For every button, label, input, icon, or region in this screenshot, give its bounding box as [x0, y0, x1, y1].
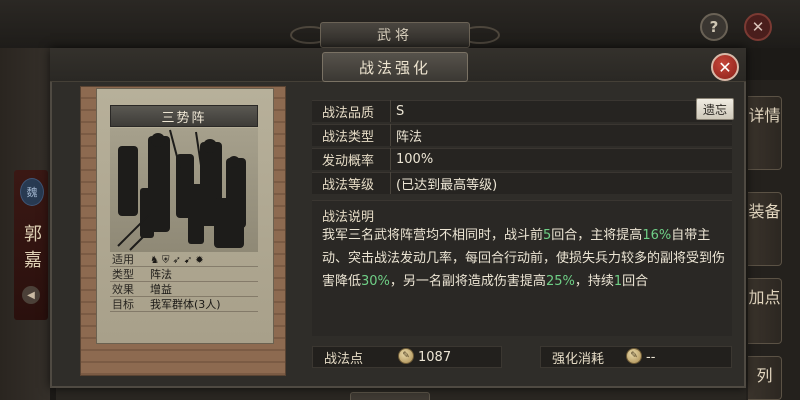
dialog-title: 战法强化: [322, 52, 468, 82]
forget-button[interactable]: 遗忘: [696, 98, 734, 120]
enhance-cost-label: 强化消耗: [552, 351, 605, 367]
desc-part: 回合: [622, 274, 649, 289]
desc-part: 回合，主将提高: [551, 228, 643, 243]
soldiers-silhouette-icon: [117, 129, 246, 251]
skill-points-value: 1087: [418, 349, 452, 365]
property-key: 战法等级: [322, 177, 375, 193]
property-value: (已达到最高等级): [396, 177, 498, 193]
description-title: 战法说明: [322, 210, 375, 225]
info-key: 目标: [112, 298, 134, 311]
tab-attributes[interactable]: 加点: [748, 278, 782, 344]
desc-part: ，持续: [574, 274, 614, 289]
help-button[interactable]: ?: [700, 13, 728, 41]
bottom-button[interactable]: [350, 392, 430, 400]
description-text: 我军三名武将阵营均不相同时，战斗前5回合，主将提高16%自带主动、突击战法发动几…: [322, 224, 726, 293]
property-key: 战法品质: [322, 105, 375, 121]
close-screen-button[interactable]: ✕: [744, 13, 772, 41]
divider: [390, 100, 391, 122]
info-value: 增益: [150, 283, 172, 296]
property-value: 阵法: [396, 129, 423, 145]
info-key: 效果: [112, 283, 134, 296]
skill-points-label: 战法点: [324, 351, 364, 367]
info-value: 我军群体(3人): [150, 298, 221, 311]
scroll-coin-icon: ✎: [626, 348, 642, 364]
dialog-close-button[interactable]: ✕: [711, 53, 739, 81]
info-key: 适用: [112, 253, 134, 266]
tab-equipment[interactable]: 装备: [748, 192, 782, 266]
enhance-cost-value: --: [646, 349, 656, 365]
desc-highlight: 30%: [361, 274, 390, 289]
troop-icons: ♞ ⛨ ➶ ➹ ✹: [150, 253, 258, 266]
hero-name: 郭嘉: [24, 224, 42, 271]
siege-icon: ✹: [195, 254, 204, 266]
scroll-coin-icon: ✎: [398, 348, 414, 364]
property-key: 发动概率: [322, 153, 375, 169]
property-value: S: [396, 103, 405, 119]
cavalry-icon: ♞: [150, 254, 159, 266]
desc-highlight: 1: [613, 274, 623, 289]
skill-card-name: 三势阵: [110, 105, 258, 127]
bow-icon: ➶: [172, 254, 181, 266]
desc-highlight: 16%: [642, 228, 672, 243]
background-title: 武将: [320, 22, 470, 48]
divider: [390, 172, 391, 194]
property-value: 100%: [396, 151, 434, 167]
info-value: 阵法: [150, 268, 172, 281]
divider: [390, 148, 391, 170]
desc-part: 我军三名武将阵营均不相同时，战斗前: [322, 228, 544, 243]
info-row-troops: 适用 ♞ ⛨ ➶ ➹ ✹: [110, 252, 258, 267]
spear-icon: ➹: [183, 254, 193, 266]
skill-card-info: 适用 ♞ ⛨ ➶ ➹ ✹ 类型 阵法 效果 增益 目标 我军群体(3人): [110, 252, 258, 314]
info-row-effect: 效果 增益: [110, 282, 258, 297]
info-row-type: 类型 阵法: [110, 267, 258, 282]
info-key: 类型: [112, 268, 134, 281]
tab-more[interactable]: 列: [748, 356, 782, 400]
tab-details[interactable]: 详情: [748, 96, 782, 170]
divider: [390, 124, 391, 146]
shield-icon: ⛨: [161, 254, 170, 266]
faction-seal-icon: 魏: [20, 178, 44, 206]
skill-artwork: [110, 128, 258, 252]
property-key: 战法类型: [322, 129, 375, 145]
desc-part: ，另一名副将造成伤害提高: [389, 274, 546, 289]
info-row-target: 目标 我军群体(3人): [110, 297, 258, 312]
desc-highlight: 25%: [545, 274, 575, 289]
voice-icon[interactable]: ◀: [22, 286, 40, 304]
